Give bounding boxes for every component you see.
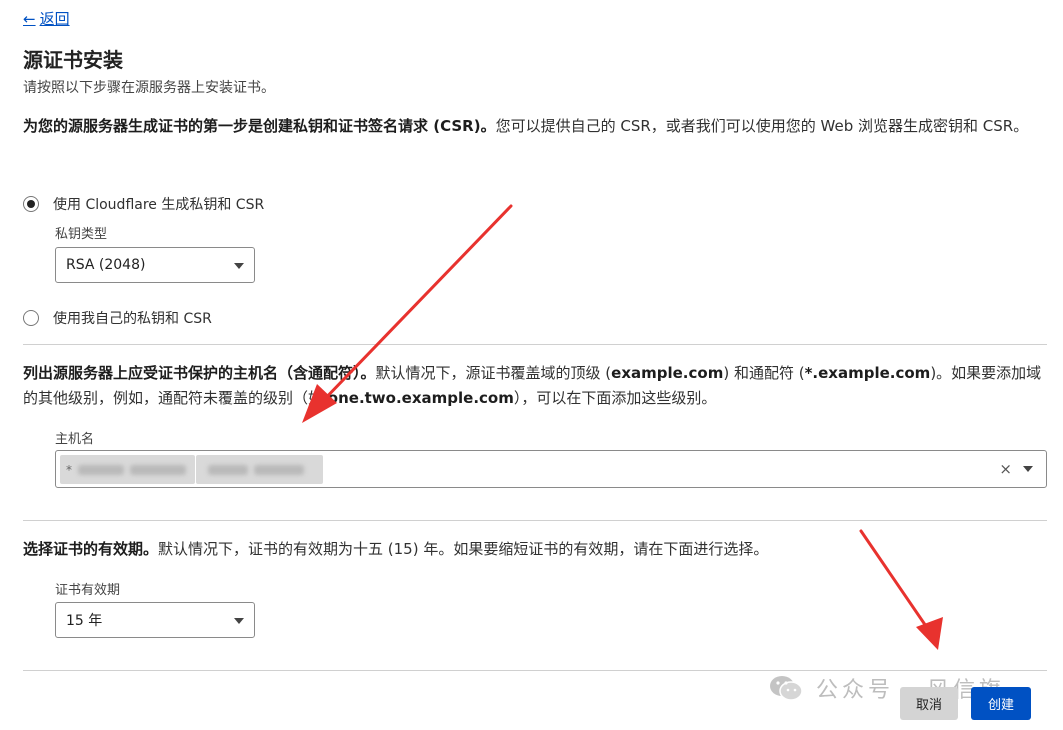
hostname-label: 主机名 [55, 432, 95, 447]
radio-cloudflare-csr[interactable]: 使用 Cloudflare 生成私钥和 CSR [23, 194, 264, 214]
csr-instructions-text: 您可以提供自己的 CSR，或者我们可以使用您的 Web 浏览器生成密钥和 CSR… [495, 117, 1029, 135]
arrow-left-icon: ← [23, 10, 36, 28]
watermark: 公众号 · 风信旗 [768, 672, 1005, 704]
example-domain-wildcard: *.example.com [804, 364, 931, 382]
caret-down-icon [234, 263, 244, 269]
chip-prefix: * [66, 462, 72, 477]
caret-down-icon [234, 618, 244, 624]
validity-instructions-text: 默认情况下，证书的有效期为十五 (15) 年。如果要缩短证书的有效期，请在下面进… [158, 540, 769, 558]
redacted-text [130, 464, 186, 475]
radio-button-selected[interactable] [23, 196, 39, 212]
validity-instructions-bold: 选择证书的有效期。 [23, 540, 159, 558]
create-button[interactable]: 创建 [971, 687, 1031, 720]
page-title: 源证书安装 [23, 48, 123, 72]
hostname-chip[interactable]: * [60, 455, 195, 484]
csr-instructions-bold: 为您的源服务器生成证书的第一步是创建私钥和证书签名请求 (CSR)。 [23, 117, 496, 135]
radio-own-csr-label: 使用我自己的私钥和 CSR [53, 311, 212, 327]
hostnames-text-4: ），可以在下面添加这些级别。 [513, 389, 717, 407]
validity-select[interactable]: 15 年 [55, 602, 255, 638]
divider [23, 344, 1047, 345]
redacted-text [254, 464, 304, 475]
hostnames-text-2: ) 和通配符 ( [723, 364, 805, 382]
hostname-chip[interactable] [196, 455, 323, 484]
radio-dot-icon [27, 200, 35, 208]
validity-label: 证书有效期 [55, 583, 121, 598]
clear-icon[interactable]: × [999, 460, 1012, 478]
validity-instructions: 选择证书的有效期。默认情况下，证书的有效期为十五 (15) 年。如果要缩短证书的… [23, 537, 1043, 562]
caret-down-icon[interactable] [1023, 466, 1033, 472]
radio-button-unselected[interactable] [23, 310, 39, 326]
back-link-label: 返回 [39, 10, 70, 28]
radio-cloudflare-csr-label: 使用 Cloudflare 生成私钥和 CSR [53, 197, 265, 213]
divider [23, 670, 1047, 671]
redacted-text [208, 464, 248, 475]
back-link[interactable]: ← 返回 [23, 8, 70, 29]
divider [23, 520, 1047, 521]
radio-own-csr[interactable]: 使用我自己的私钥和 CSR [23, 308, 212, 328]
hostnames-instructions-bold: 列出源服务器上应受证书保护的主机名（含通配符）。 [23, 364, 376, 382]
cancel-button[interactable]: 取消 [900, 687, 958, 720]
hostnames-instructions: 列出源服务器上应受证书保护的主机名（含通配符）。默认情况下，源证书覆盖域的顶级 … [23, 361, 1043, 411]
wechat-logo-icon [770, 676, 803, 701]
hostnames-text-1: 默认情况下，源证书覆盖域的顶级 ( [375, 364, 612, 382]
key-type-select[interactable]: RSA (2048) [55, 247, 255, 283]
key-type-label: 私钥类型 [55, 227, 108, 242]
key-type-value: RSA (2048) [66, 257, 146, 273]
example-domain-subdomain: one.two.example.com [327, 389, 514, 407]
csr-instructions: 为您的源服务器生成证书的第一步是创建私钥和证书签名请求 (CSR)。您可以提供自… [23, 114, 1043, 139]
redacted-text [78, 464, 124, 475]
validity-value: 15 年 [66, 613, 103, 629]
hostname-multiselect[interactable]: * × [55, 450, 1047, 488]
example-domain-apex: example.com [611, 364, 724, 382]
page-subtitle: 请按照以下步骤在源服务器上安装证书。 [23, 80, 275, 96]
